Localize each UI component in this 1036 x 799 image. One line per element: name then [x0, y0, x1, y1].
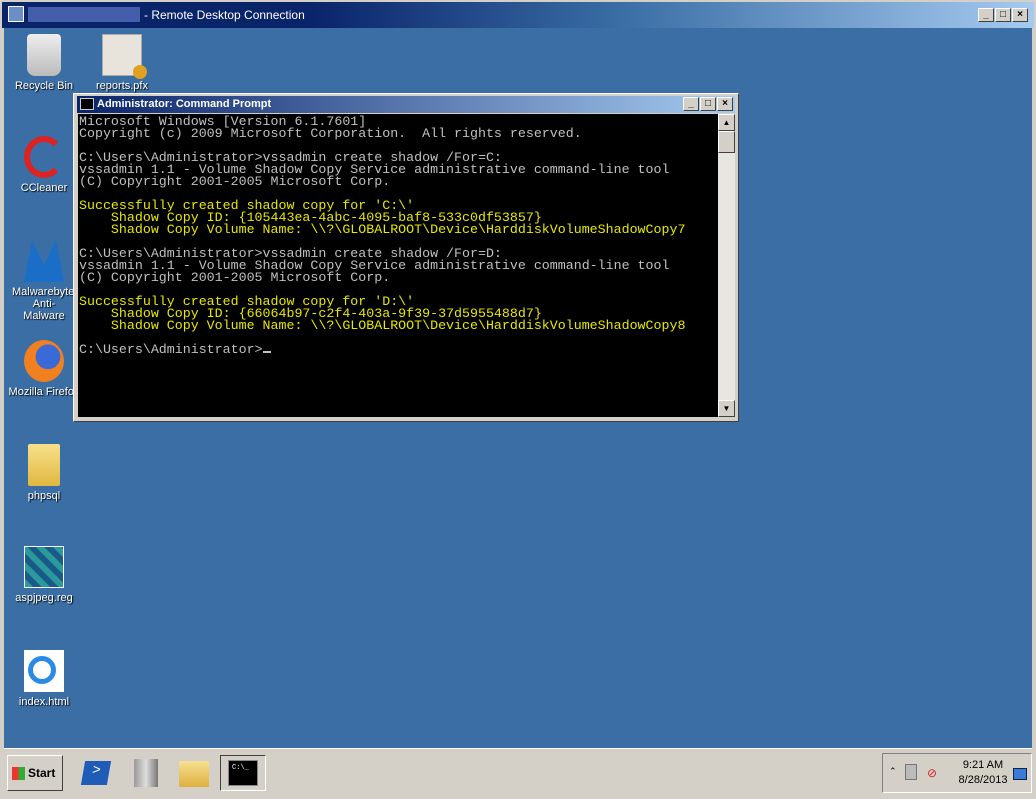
ccleaner-icon: [24, 136, 64, 178]
powershell-icon: >: [80, 761, 112, 785]
registry-file-icon: [24, 546, 64, 588]
start-label: Start: [28, 766, 56, 780]
maximize-button[interactable]: □: [995, 8, 1011, 22]
cmd-title: Administrator: Command Prompt: [97, 98, 272, 110]
start-button[interactable]: Start: [7, 755, 63, 791]
command-prompt-icon: C:\_: [228, 760, 258, 786]
remote-desktop-icon: [8, 6, 24, 22]
desktop-icon-phpsql[interactable]: phpsql: [4, 444, 84, 502]
firefox-icon: [24, 340, 64, 382]
desktop-icon-firefox[interactable]: Mozilla Firefox: [4, 340, 84, 398]
clock-date: 8/28/2013: [958, 774, 1008, 786]
command-prompt-icon: [80, 98, 94, 110]
desktop-icon-reports-pfx[interactable]: reports.pfx: [82, 34, 162, 92]
ie-html-icon: [24, 650, 64, 692]
vertical-scrollbar[interactable]: ▲ ▼: [718, 114, 735, 417]
console-output[interactable]: Microsoft Windows [Version 6.1.7601] Copy…: [78, 114, 718, 417]
recycle-bin-icon: [27, 34, 61, 76]
rdp-title: - Remote Desktop Connection: [144, 8, 305, 22]
desktop-icon-malwarebytes[interactable]: Malwarebytes Anti-Malware: [4, 240, 84, 322]
taskbar-server-manager[interactable]: [126, 755, 166, 791]
windows-logo-icon: [12, 767, 25, 780]
system-tray: ⌃ ⊘ 9:21 AM 8/28/2013: [882, 753, 1032, 793]
taskbar-command-prompt[interactable]: C:\_: [220, 755, 266, 791]
icon-label: index.html: [18, 696, 70, 708]
scroll-down-arrow-icon[interactable]: ▼: [718, 400, 735, 417]
cmd-title-bar[interactable]: Administrator: Command Prompt _ □ ×: [77, 96, 735, 113]
console-line: (C) Copyright 2001-2005 Microsoft Corp.: [79, 270, 391, 285]
server-manager-icon: [134, 759, 158, 787]
desktop-icon-index-html[interactable]: index.html: [4, 650, 84, 708]
desktop-icon-recycle-bin[interactable]: Recycle Bin: [4, 34, 84, 92]
icon-label: reports.pfx: [96, 80, 148, 92]
command-prompt-window[interactable]: Administrator: Command Prompt _ □ × Micr…: [73, 93, 739, 422]
icon-label: Mozilla Firefox: [8, 386, 80, 398]
console-line: (C) Copyright 2001-2005 Microsoft Corp.: [79, 174, 391, 189]
explorer-icon: [179, 761, 209, 787]
desktop-icon-ccleaner[interactable]: CCleaner: [4, 136, 84, 194]
cmd-maximize-button[interactable]: □: [700, 97, 716, 111]
taskbar: Start > C:\_ ⌃ ⊘ 9:21 AM 8/28/2013: [4, 748, 1032, 794]
icon-label: Recycle Bin: [14, 80, 74, 92]
console-line: Copyright (c) 2009 Microsoft Corporation…: [79, 126, 582, 141]
show-desktop-icon[interactable]: [1013, 768, 1027, 780]
icon-label: Malwarebytes Anti-Malware: [12, 286, 80, 322]
volume-muted-icon[interactable]: ⊘: [927, 766, 937, 780]
certificate-key-icon: [102, 34, 147, 79]
text-cursor: [262, 351, 271, 353]
console-line: Shadow Copy Volume Name: \\?\GLOBALROOT\…: [79, 222, 686, 237]
clock[interactable]: 9:21 AM 8/28/2013: [953, 758, 1013, 788]
console-prompt: C:\Users\Administrator>: [79, 342, 263, 357]
minimize-button[interactable]: _: [978, 8, 994, 22]
folder-icon: [28, 444, 60, 486]
cmd-close-button[interactable]: ×: [717, 97, 733, 111]
desktop-icon-aspjpeg-reg[interactable]: aspjpeg.reg: [4, 546, 84, 604]
cmd-minimize-button[interactable]: _: [683, 97, 699, 111]
icon-label: phpsql: [27, 490, 61, 502]
redacted-host-name: [28, 7, 140, 22]
rdp-title-bar: - Remote Desktop Connection _ □ ×: [0, 0, 1036, 28]
clock-time: 9:21 AM: [962, 759, 1004, 771]
close-button[interactable]: ×: [1012, 8, 1028, 22]
taskbar-explorer[interactable]: [174, 755, 214, 791]
network-icon[interactable]: [905, 764, 917, 780]
icon-label: aspjpeg.reg: [15, 592, 73, 604]
icon-label: CCleaner: [20, 182, 68, 194]
malwarebytes-icon: [24, 240, 64, 282]
console-line: Shadow Copy Volume Name: \\?\GLOBALROOT\…: [79, 318, 686, 333]
scroll-up-arrow-icon[interactable]: ▲: [718, 114, 735, 131]
scrollbar-thumb[interactable]: [718, 131, 735, 153]
show-hidden-icons-button[interactable]: ⌃: [889, 766, 897, 777]
taskbar-powershell[interactable]: >: [76, 755, 116, 791]
